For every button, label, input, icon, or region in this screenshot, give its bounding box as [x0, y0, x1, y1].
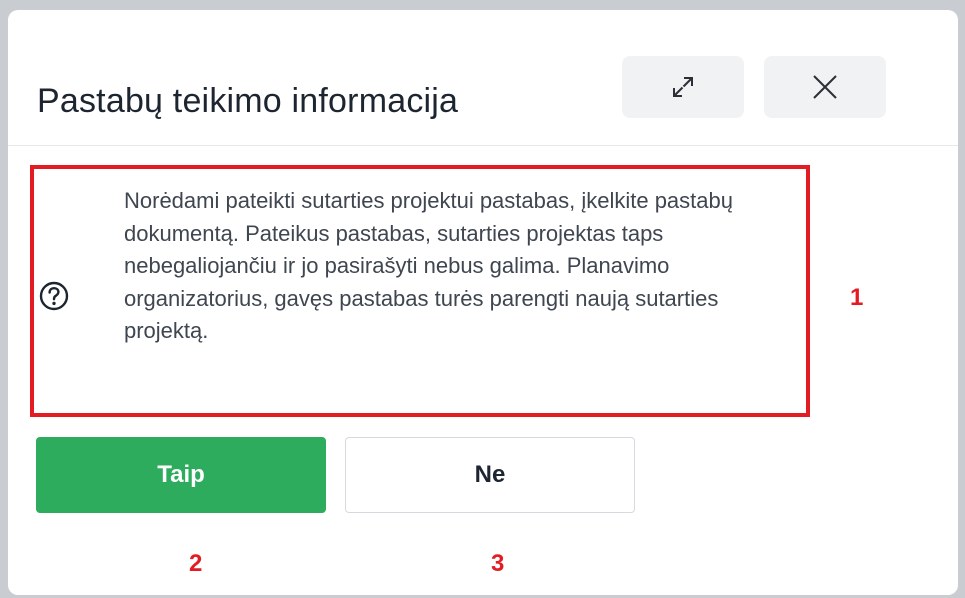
yes-button[interactable]: Taip — [36, 437, 326, 513]
annotation-marker-3: 3 — [491, 550, 505, 577]
info-text: Norėdami pateikti sutarties projektui pa… — [124, 188, 733, 343]
annotation-marker-2: 2 — [189, 550, 203, 577]
dialog: Pastabų teikimo informacija Norėdami pat… — [8, 10, 958, 595]
dialog-title: Pastabų teikimo informacija — [37, 82, 459, 120]
expand-icon — [673, 77, 693, 97]
expand-button[interactable] — [622, 56, 744, 118]
info-message-box: Norėdami pateikti sutarties projektui pa… — [30, 165, 810, 417]
annotation-marker-1: 1 — [850, 284, 864, 311]
close-button[interactable] — [764, 56, 886, 118]
question-circle-icon — [39, 281, 69, 311]
no-button[interactable]: Ne — [345, 437, 635, 513]
close-icon — [813, 75, 837, 99]
header-divider — [8, 145, 958, 146]
